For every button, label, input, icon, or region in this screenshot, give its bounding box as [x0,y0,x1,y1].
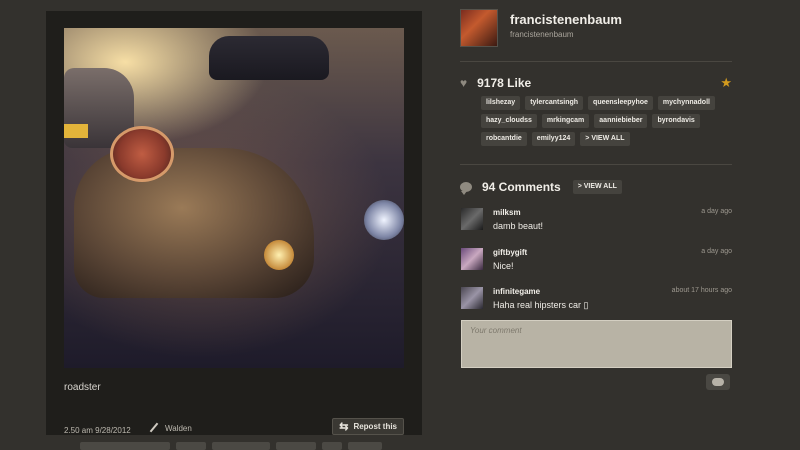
send-bubble-icon [712,378,724,386]
liker-tag[interactable]: emilyy124 [531,132,576,146]
liker-tag[interactable]: byrondavis [652,114,700,128]
filter-name: Walden [165,423,192,433]
photo-license-plate [64,124,88,138]
share-button[interactable] [176,442,206,450]
comments-header: 94 Comments > VIEW ALL [460,178,732,196]
comment-item: milksm a day ago damb beaut! [461,208,732,234]
commenter-avatar[interactable] [461,248,483,270]
share-button[interactable] [80,442,170,450]
post-filter[interactable]: Walden [148,422,192,434]
post-caption: roadster [64,382,101,393]
photo-parked-car-back [209,36,329,80]
comment-input[interactable] [461,320,732,368]
profile-handle: francistenenbaum [510,30,574,39]
share-button[interactable] [322,442,342,450]
profile-username[interactable]: francistenenbaum [510,12,622,27]
speech-bubble-icon [460,182,472,195]
liker-tag[interactable]: mrkingcam [541,114,590,128]
likers-list: lilshezay tylercantsingh queensleepyhoe … [481,96,733,146]
comment-item: infinitegame about 17 hours ago Haha rea… [461,287,732,313]
share-button[interactable] [348,442,382,450]
likes-count: 9178 Like [477,76,532,90]
liker-tag[interactable]: robcantdie [481,132,527,146]
star-icon[interactable]: ★ [720,75,732,91]
divider [460,61,732,62]
post-photo[interactable] [64,28,404,368]
comment-text: damb beaut! [493,221,544,231]
commenter-avatar[interactable] [461,208,483,230]
photo-roadster-body [74,148,314,298]
share-button[interactable] [212,442,270,450]
profile-avatar[interactable] [460,9,498,47]
liker-tag[interactable]: queensleepyhoe [588,96,653,110]
likes-header: ♥ 9178 Like ★ [460,74,732,92]
repost-label: Repost this [353,422,397,431]
comment-text: Haha real hipsters car ▯ [493,300,589,310]
commenter-avatar[interactable] [461,287,483,309]
commenter-username[interactable]: milksm [493,208,521,217]
repost-button[interactable]: ⇆ Repost this [332,418,404,435]
share-button[interactable] [276,442,316,450]
photo-headlamp-right [364,200,404,240]
comments-count: 94 Comments [482,180,561,194]
liker-tag[interactable]: aanniebieber [594,114,648,128]
comment-time: a day ago [701,248,732,255]
comments-view-all-button[interactable]: > VIEW ALL [572,180,622,194]
liker-tag[interactable]: hazy_cloudss [481,114,537,128]
liker-tag[interactable]: mychynnadoll [657,96,715,110]
likes-view-all-button[interactable]: > VIEW ALL [580,132,630,146]
photo-card: roadster 2.50 am 9/28/2012 Walden ⇆ Repo… [46,11,422,435]
share-buttons-strip [80,442,410,450]
divider [460,164,732,165]
comment-text: Nice! [493,261,514,271]
photo-headlamp [264,240,294,270]
comment-time: a day ago [701,208,732,215]
send-comment-button[interactable] [706,374,730,390]
brush-icon [148,422,160,434]
commenter-username[interactable]: giftbygift [493,248,527,257]
post-timestamp: 2.50 am 9/28/2012 [64,426,131,435]
comment-item: giftbygift a day ago Nice! [461,248,732,274]
photo-spare-wheel [110,126,174,182]
comment-time: about 17 hours ago [671,287,732,294]
liker-tag[interactable]: tylercantsingh [525,96,584,110]
repost-icon: ⇆ [339,421,349,433]
heart-icon[interactable]: ♥ [460,76,467,90]
liker-tag[interactable]: lilshezay [481,96,521,110]
commenter-username[interactable]: infinitegame [493,287,540,296]
profile-header: francistenenbaum francistenenbaum [460,9,732,47]
